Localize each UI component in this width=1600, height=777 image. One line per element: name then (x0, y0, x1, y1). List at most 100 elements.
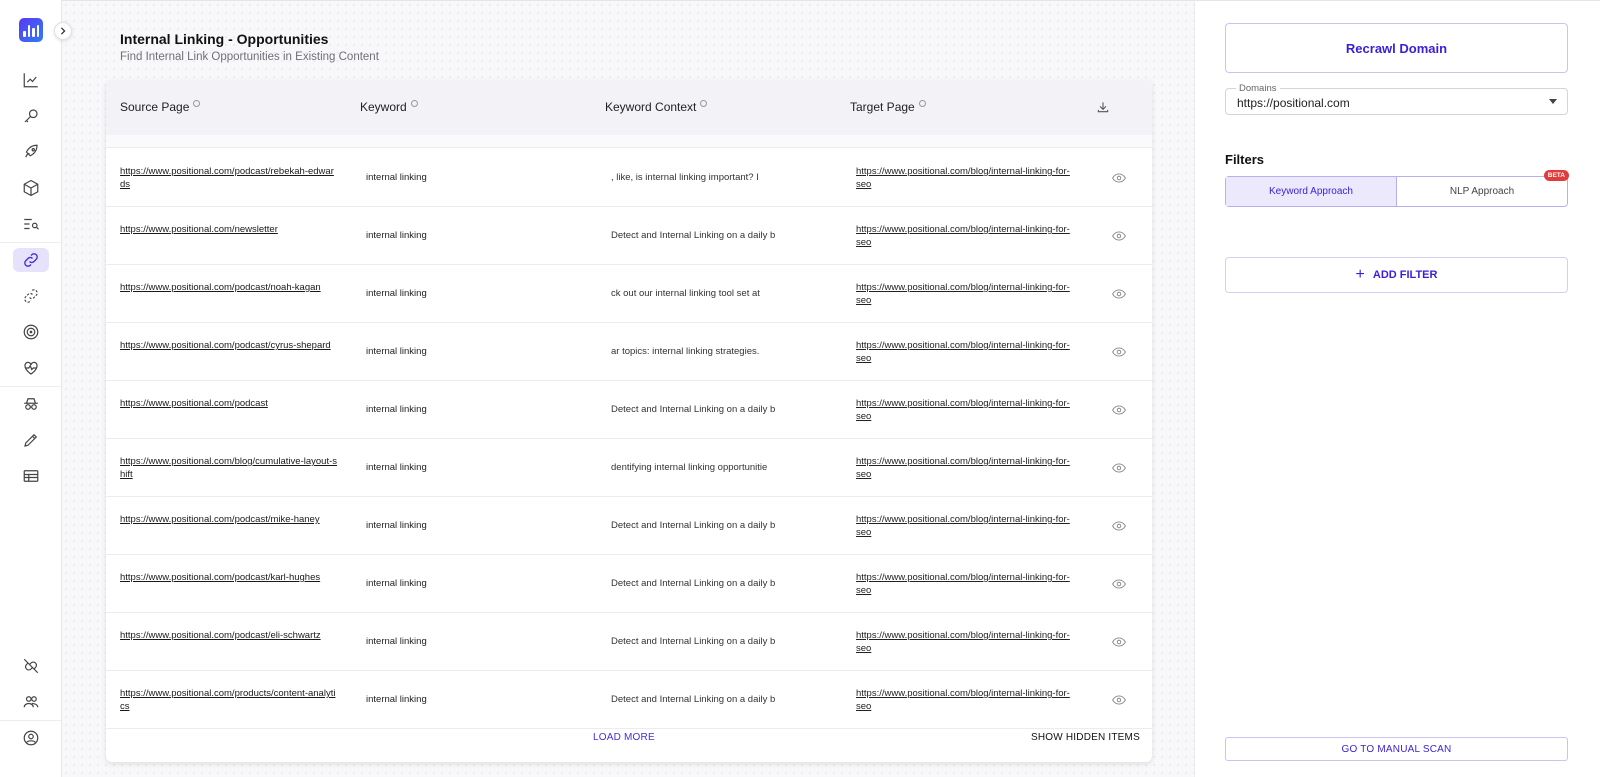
source-page-link[interactable]: https://www.positional.com/podcast/mike-… (120, 513, 338, 526)
table-row[interactable]: https://www.positional.com/podcast/mike-… (106, 497, 1152, 555)
keyword-cell: internal linking (366, 636, 427, 647)
source-page-link[interactable]: https://www.positional.com/podcast/noah-… (120, 281, 338, 294)
eye-icon[interactable] (1112, 173, 1126, 183)
keyword-context-cell: Detect and Internal Linking on a daily b (611, 636, 776, 647)
nav-team[interactable] (13, 690, 49, 714)
eye-icon[interactable] (1112, 695, 1126, 705)
sidebar-toggle-button[interactable] (54, 22, 72, 40)
eye-icon[interactable] (1112, 463, 1126, 473)
account-icon (23, 730, 39, 746)
manual-scan-button[interactable]: GO TO MANUAL SCAN (1225, 737, 1568, 761)
source-page-link[interactable]: https://www.positional.com/podcast/cyrus… (120, 339, 338, 352)
nav-editor[interactable] (13, 428, 49, 452)
pencil-icon (24, 433, 38, 447)
nav-launch[interactable] (13, 140, 49, 164)
eye-icon[interactable] (1112, 347, 1126, 357)
keyword-cell: internal linking (366, 172, 427, 183)
source-page-link[interactable]: https://www.positional.com/podcast/eli-s… (120, 629, 338, 642)
nav-health[interactable] (13, 356, 49, 380)
column-header-context[interactable]: Keyword Context (605, 99, 708, 114)
keyword-context-cell: Detect and Internal Linking on a daily b (611, 520, 776, 531)
keyword-cell: internal linking (366, 520, 427, 531)
chevron-right-icon (60, 27, 66, 35)
table-row[interactable]: https://www.positional.com/podcast/karl-… (106, 555, 1152, 613)
table-row[interactable]: https://www.positional.com/blog/cumulati… (106, 439, 1152, 497)
source-page-link[interactable]: https://www.positional.com/newsletter (120, 223, 338, 236)
column-header-keyword[interactable]: Keyword (360, 99, 418, 114)
table-row[interactable]: https://www.positional.com/products/cont… (106, 671, 1152, 729)
keyword-cell: internal linking (366, 462, 427, 473)
keyword-cell: internal linking (366, 230, 427, 241)
table-spacer (106, 135, 1152, 148)
target-page-link[interactable]: https://www.positional.com/blog/internal… (856, 397, 1074, 423)
info-icon[interactable] (700, 99, 708, 107)
eye-icon[interactable] (1112, 521, 1126, 531)
nav-keywords[interactable] (13, 104, 49, 128)
target-page-link[interactable]: https://www.positional.com/blog/internal… (856, 687, 1074, 713)
app-logo-icon[interactable] (19, 18, 43, 42)
target-icon (23, 324, 39, 340)
download-icon[interactable] (1096, 100, 1110, 114)
info-icon[interactable] (918, 99, 926, 107)
nav-targets[interactable] (13, 320, 49, 344)
eye-icon[interactable] (1112, 637, 1126, 647)
column-header-label: Keyword Context (605, 100, 697, 114)
table-row[interactable]: https://www.positional.com/podcast/cyrus… (106, 323, 1152, 381)
source-page-link[interactable]: https://www.positional.com/podcast/karl-… (120, 571, 338, 584)
domains-value: https://positional.com (1237, 96, 1350, 110)
nav-broken-links[interactable] (13, 284, 49, 308)
eye-icon[interactable] (1112, 579, 1126, 589)
keyword-context-cell: Detect and Internal Linking on a daily b (611, 578, 776, 589)
table-header: Source Page Keyword Keyword Context Targ… (106, 80, 1152, 135)
table-row[interactable]: https://www.positional.com/podcast/noah-… (106, 265, 1152, 323)
load-more-button[interactable]: LOAD MORE (593, 732, 655, 743)
eye-icon[interactable] (1112, 405, 1126, 415)
nav-integrations[interactable] (13, 654, 49, 678)
nav-packages[interactable] (13, 176, 49, 200)
add-filter-button[interactable]: + ADD FILTER (1225, 257, 1568, 293)
column-header-target[interactable]: Target Page (850, 99, 926, 114)
column-header-source[interactable]: Source Page (120, 99, 201, 114)
target-page-link[interactable]: https://www.positional.com/blog/internal… (856, 281, 1074, 307)
filters-title: Filters (1225, 152, 1265, 167)
nav-competitors[interactable] (13, 392, 49, 416)
nav-tables[interactable] (13, 464, 49, 488)
list-search-icon (24, 218, 39, 230)
domains-select[interactable]: Domains https://positional.com (1225, 83, 1568, 115)
target-page-link[interactable]: https://www.positional.com/blog/internal… (856, 165, 1074, 191)
nav-content-search[interactable] (13, 212, 49, 236)
info-icon[interactable] (193, 99, 201, 107)
table-row[interactable]: https://www.positional.com/podcast intern… (106, 381, 1152, 439)
source-page-link[interactable]: https://www.positional.com/products/cont… (120, 687, 338, 713)
key-icon (24, 109, 38, 123)
table-row[interactable]: https://www.positional.com/podcast/rebek… (106, 149, 1152, 207)
nav-analytics[interactable] (13, 68, 49, 92)
recrawl-domain-button[interactable]: Recrawl Domain (1225, 23, 1568, 73)
eye-icon[interactable] (1112, 231, 1126, 241)
source-page-link[interactable]: https://www.positional.com/blog/cumulati… (120, 455, 338, 481)
target-page-link[interactable]: https://www.positional.com/blog/internal… (856, 629, 1074, 655)
source-page-link[interactable]: https://www.positional.com/podcast (120, 397, 338, 410)
nav-account[interactable] (13, 726, 49, 750)
cube-icon (23, 179, 39, 197)
page-subtitle: Find Internal Link Opportunities in Exis… (120, 51, 379, 63)
nav-internal-linking[interactable] (13, 248, 49, 272)
broken-link-icon (24, 289, 38, 303)
source-page-link[interactable]: https://www.positional.com/podcast/rebek… (120, 165, 338, 191)
info-icon[interactable] (410, 99, 418, 107)
keyword-approach-tab[interactable]: Keyword Approach (1226, 177, 1397, 206)
column-header-label: Target Page (850, 100, 915, 114)
target-page-link[interactable]: https://www.positional.com/blog/internal… (856, 513, 1074, 539)
keyword-cell: internal linking (366, 288, 427, 299)
show-hidden-items-button[interactable]: SHOW HIDDEN ITEMS (1031, 732, 1140, 743)
target-page-link[interactable]: https://www.positional.com/blog/internal… (856, 571, 1074, 597)
target-page-link[interactable]: https://www.positional.com/blog/internal… (856, 339, 1074, 365)
target-page-link[interactable]: https://www.positional.com/blog/internal… (856, 223, 1074, 249)
table-row[interactable]: https://www.positional.com/podcast/eli-s… (106, 613, 1152, 671)
eye-icon[interactable] (1112, 289, 1126, 299)
heart-pulse-icon (24, 361, 38, 375)
table-icon (23, 470, 39, 482)
table-row[interactable]: https://www.positional.com/newsletter int… (106, 207, 1152, 265)
target-page-link[interactable]: https://www.positional.com/blog/internal… (856, 455, 1074, 481)
nlp-approach-tab[interactable]: NLP Approach (1397, 177, 1567, 206)
